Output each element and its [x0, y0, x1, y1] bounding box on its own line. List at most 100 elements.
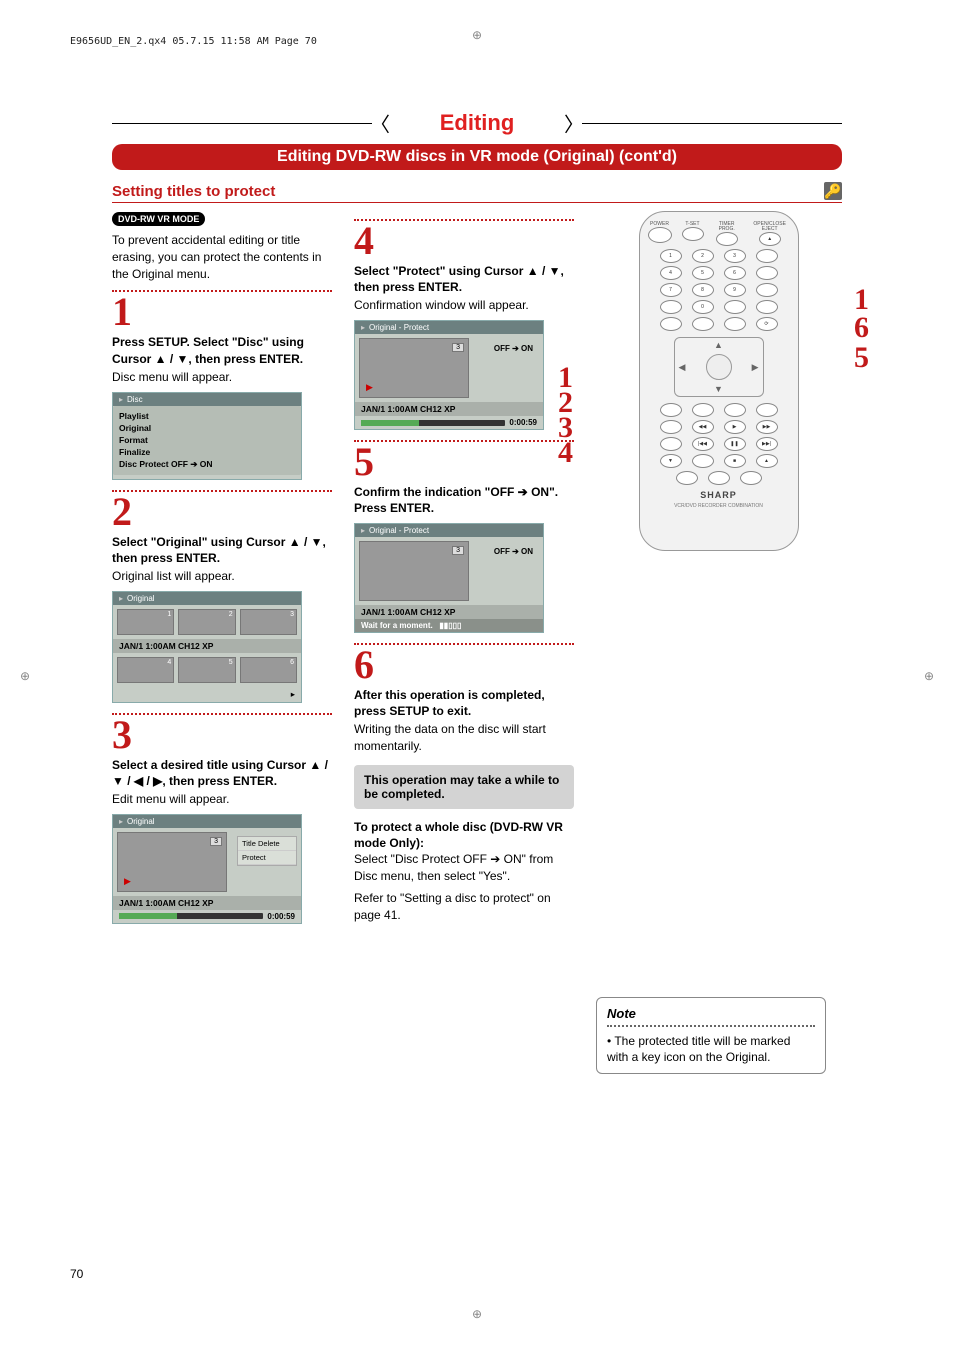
- osd-edit-options: Title Delete Protect: [237, 836, 297, 866]
- step-divider: [112, 290, 332, 292]
- remote-button: [724, 403, 746, 417]
- osd-original-list: Original 1 2 3 JAN/1 1:00AM CH12 XP 4 5 …: [112, 591, 302, 703]
- crop-mark-left: ⊕: [20, 669, 30, 683]
- remote-button: ▲: [756, 454, 778, 468]
- remote-button: [660, 437, 682, 451]
- osd-disc-item: Playlist: [119, 410, 295, 422]
- chevron-right-icon: 〉: [564, 109, 584, 138]
- remote-button: [708, 471, 730, 485]
- step-2-head: Select "Original" using Cursor ▲ / ▼, th…: [112, 534, 332, 566]
- remote-button: [660, 300, 682, 314]
- intro-text: To prevent accidental editing or title e…: [112, 232, 332, 282]
- play-icon: ▶: [366, 382, 373, 393]
- osd-time: 0:00:59: [509, 418, 537, 427]
- info-box: This operation may take a while to be co…: [354, 765, 574, 809]
- step-divider: [354, 219, 574, 221]
- page-title-wrap: 〈 Editing 〉: [112, 110, 842, 136]
- osd-progress: [361, 420, 505, 426]
- remote-button: [682, 227, 704, 241]
- remote-button: 8: [692, 283, 714, 297]
- step-number-4: 4: [354, 223, 574, 259]
- remote-button: [692, 454, 714, 468]
- osd-thumb: 2: [178, 609, 235, 635]
- chevron-left-icon: 〈: [370, 109, 390, 138]
- osd-wait: Wait for a moment. ▮▮▯▯▯: [355, 619, 543, 632]
- step-4-body: Confirmation window will appear.: [354, 297, 574, 314]
- step-3-body: Edit menu will appear.: [112, 791, 332, 808]
- osd-original-title-2: Original: [113, 815, 301, 828]
- dpad-down-icon: ▼: [714, 384, 723, 394]
- remote-button: ◀◀: [692, 420, 714, 434]
- osd-protect-1: Original - Protect 3 ▶ OFF ➔ ON JAN/1 1:…: [354, 320, 544, 430]
- remote-button: 6: [724, 266, 746, 280]
- step-number-6: 6: [354, 647, 574, 683]
- remote-button: [756, 249, 778, 263]
- osd-thumb: 1: [117, 609, 174, 635]
- remote-button: [740, 471, 762, 485]
- osd-protect-2: Original - Protect 3 OFF ➔ ON JAN/1 1:00…: [354, 523, 544, 633]
- step-3-head: Select a desired title using Cursor ▲ / …: [112, 757, 332, 789]
- page-title: Editing: [410, 110, 545, 136]
- osd-thumb-num: 3: [452, 343, 464, 352]
- remote-button: [724, 300, 746, 314]
- osd-strip: JAN/1 1:00AM CH12 XP: [113, 639, 301, 653]
- callout-left-4: 4: [558, 436, 573, 470]
- osd-onoff: OFF ➔ ON: [494, 344, 533, 353]
- remote-brand: SHARP: [700, 490, 737, 500]
- step-divider: [112, 713, 332, 715]
- osd-thumb: 6: [240, 657, 297, 683]
- osd-progress: [119, 913, 263, 919]
- note-body: • The protected title will be marked wit…: [607, 1033, 815, 1065]
- remote-button: 0: [692, 300, 714, 314]
- osd-thumb: 5: [178, 657, 235, 683]
- remote-button: 1: [660, 249, 682, 263]
- dvd-badge: DVD-RW VR MODE: [112, 212, 205, 226]
- page-subtitle: Editing DVD-RW discs in VR mode (Origina…: [112, 144, 842, 170]
- remote-button: [676, 471, 698, 485]
- remote-button: [648, 227, 672, 243]
- remote-button: ■: [724, 454, 746, 468]
- remote-button: ▶: [724, 420, 746, 434]
- remote-button: [724, 317, 746, 331]
- osd-edit-item: Protect: [238, 851, 296, 865]
- remote-button: [756, 266, 778, 280]
- remote-wrap: POWER T-SET TIMER PROG. OPEN/CLOSE EJECT…: [596, 211, 841, 551]
- remote-button: ▶▶: [756, 420, 778, 434]
- note-divider: [607, 1025, 815, 1027]
- osd-thumb-num: 3: [452, 546, 464, 555]
- remote-button: [660, 403, 682, 417]
- remote-button: 9: [724, 283, 746, 297]
- step-6-body: Writing the data on the disc will start …: [354, 721, 574, 755]
- remote-button: [756, 300, 778, 314]
- osd-disc-menu: Disc Playlist Original Format Finalize D…: [112, 392, 302, 480]
- remote-button: ⟳: [756, 317, 778, 331]
- remote-button: [660, 317, 682, 331]
- step-divider: [354, 643, 574, 645]
- remote-button: [716, 232, 738, 246]
- key-icon: 🔑: [824, 182, 842, 200]
- osd-disc-item: Original: [119, 422, 295, 434]
- step-number-5: 5: [354, 444, 574, 480]
- step-1-body: Disc menu will appear.: [112, 369, 332, 386]
- section-heading-text: Setting titles to protect: [112, 183, 275, 200]
- step-5-head: Confirm the indication "OFF ➔ ON". Press…: [354, 484, 574, 516]
- whole-disc-body2: Refer to "Setting a disc to protect" on …: [354, 890, 574, 924]
- osd-wait-text: Wait for a moment.: [361, 621, 433, 630]
- osd-thumb: 3: [240, 609, 297, 635]
- dpad-left-icon: ◀: [679, 362, 686, 373]
- step-number-2: 2: [112, 494, 332, 530]
- remote-dpad: ▲ ▼ ◀ ▶: [674, 337, 764, 397]
- section-heading: Setting titles to protect 🔑: [112, 182, 842, 203]
- crop-mark-right: ⊕: [924, 669, 934, 683]
- osd-edit-item: Title Delete: [238, 837, 296, 851]
- remote-label: OPEN/CLOSE EJECT: [750, 222, 790, 232]
- dpad-right-icon: ▶: [752, 362, 759, 373]
- step-number-1: 1: [112, 294, 332, 330]
- remote-button: [692, 403, 714, 417]
- step-divider: [354, 440, 574, 442]
- remote-button: 5: [692, 266, 714, 280]
- whole-disc-head: To protect a whole disc (DVD-RW VR mode …: [354, 819, 574, 851]
- remote-button: [660, 420, 682, 434]
- step-1-head: Press SETUP. Select "Disc" using Cursor …: [112, 334, 332, 366]
- whole-disc-body1: Select "Disc Protect OFF ➔ ON" from Disc…: [354, 851, 574, 885]
